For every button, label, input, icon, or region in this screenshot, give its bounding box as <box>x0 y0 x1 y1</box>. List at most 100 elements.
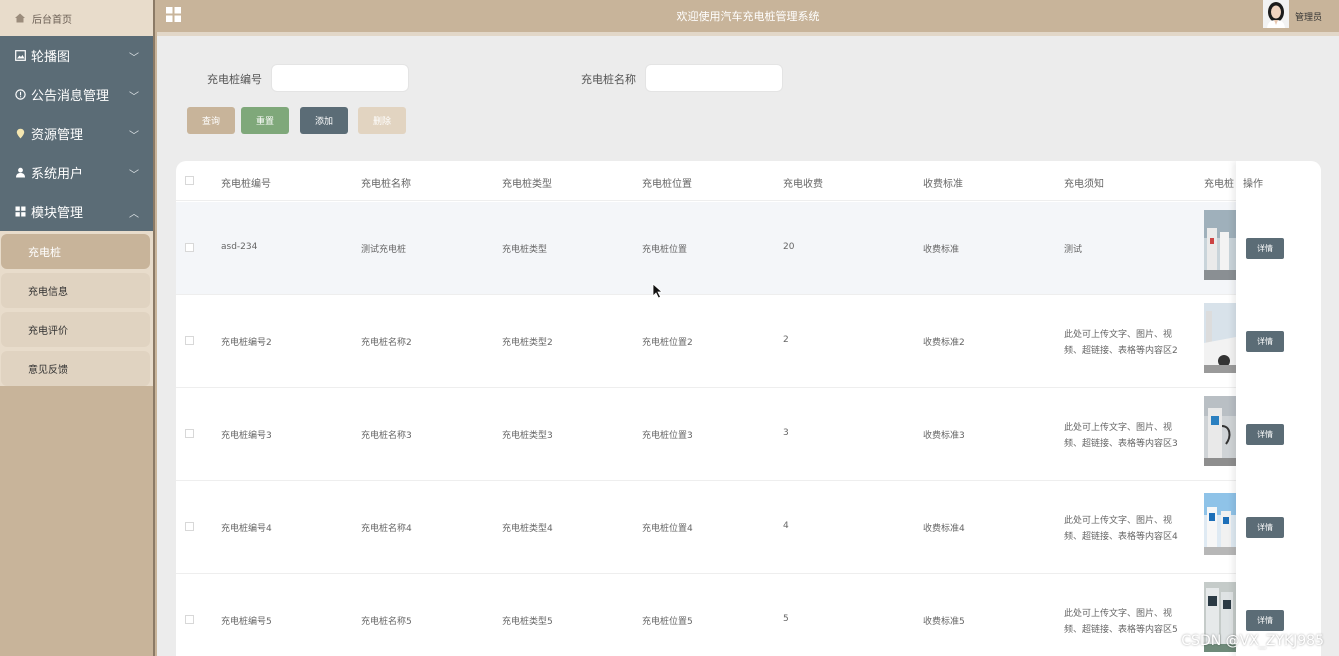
charging-pile-thumbnail[interactable] <box>1204 493 1236 555</box>
sidebar-menu: 轮播图 ﹀ 公告消息管理 ﹀ 资源管理 ﹀ 系统用户 ﹀ 模块管理 ︿ <box>0 36 153 231</box>
charging-pile-thumbnail[interactable] <box>1204 303 1236 373</box>
submenu-item-label: 充电桩 <box>28 245 61 259</box>
sidebar-item-label: 公告消息管理 <box>31 89 110 104</box>
search-code-input[interactable] <box>271 64 409 92</box>
charging-pile-thumbnail[interactable] <box>1204 210 1236 280</box>
cell-notice: 频、超链接、表格等内容区5 <box>1064 625 1178 635</box>
chevron-down-icon: ﹀ <box>129 53 139 64</box>
sidebar-home-link[interactable]: 后台首页 <box>0 0 153 36</box>
reset-button[interactable]: 重置 <box>241 107 289 134</box>
submenu-item-charging-info[interactable]: 充电信息 <box>1 273 150 308</box>
column-header[interactable]: 充电桩 <box>1204 175 1236 190</box>
cell-notice: 频、超链接、表格等内容区4 <box>1064 532 1178 542</box>
submenu-item-label: 充电信息 <box>28 287 68 298</box>
chevron-down-icon: ﹀ <box>129 131 139 142</box>
row-checkbox[interactable] <box>185 522 194 531</box>
current-user-name[interactable]: 管理员 <box>1295 10 1322 23</box>
sidebar-item-carousel[interactable]: 轮播图 ﹀ <box>0 36 153 75</box>
query-button[interactable]: 查询 <box>187 107 235 134</box>
add-button[interactable]: 添加 <box>300 107 348 134</box>
table-row[interactable]: 充电桩编号4 充电桩名称4 充电桩类型4 充电桩位置4 4 收费标准4 此处可上… <box>176 481 1321 574</box>
detail-button[interactable]: 详情 <box>1246 517 1284 538</box>
cell-code: 充电桩编号2 <box>221 338 272 348</box>
sidebar-item-label: 模块管理 <box>31 206 84 221</box>
info-circle-icon <box>14 89 26 101</box>
cell-fee: 5 <box>783 614 789 624</box>
search-code-label: 充电桩编号 <box>207 73 262 86</box>
chevron-up-icon: ︿ <box>129 209 139 220</box>
cell-location: 充电桩位置3 <box>642 431 693 441</box>
table-row[interactable]: 充电桩编号3 充电桩名称3 充电桩类型3 充电桩位置3 3 收费标准3 此处可上… <box>176 388 1321 481</box>
detail-button[interactable]: 详情 <box>1246 331 1284 352</box>
cell-type: 充电桩类型4 <box>502 524 553 534</box>
sidebar-item-label: 系统用户 <box>31 167 84 182</box>
cell-code: 充电桩编号3 <box>221 431 272 441</box>
submenu-item-label: 充电评价 <box>28 326 68 337</box>
cell-code: 充电桩编号4 <box>221 524 272 534</box>
cell-name: 充电桩名称4 <box>361 524 412 534</box>
sidebar-item-modules[interactable]: 模块管理 ︿ <box>0 192 153 231</box>
submenu-item-feedback[interactable]: 意见反馈 <box>1 351 150 386</box>
sidebar-item-label: 资源管理 <box>31 128 84 143</box>
cell-standard: 收费标准4 <box>923 524 965 534</box>
table-row[interactable]: 充电桩编号2 充电桩名称2 充电桩类型2 充电桩位置2 2 收费标准2 此处可上… <box>176 295 1321 388</box>
table-row[interactable]: 充电桩编号5 充电桩名称5 充电桩类型5 充电桩位置5 5 收费标准5 此处可上… <box>176 574 1321 656</box>
page-title: 欢迎使用汽车充电桩管理系统 <box>676 10 820 23</box>
cell-notice: 此处可上传文字、图片、视 <box>1064 516 1173 526</box>
column-header[interactable]: 收费标准 <box>923 175 963 190</box>
cell-location: 充电桩位置 <box>642 245 688 255</box>
cell-type: 充电桩类型2 <box>502 338 553 348</box>
detail-button[interactable]: 详情 <box>1246 424 1284 445</box>
column-header[interactable]: 充电桩名称 <box>361 175 411 190</box>
column-header[interactable]: 充电收费 <box>783 175 823 190</box>
charging-pile-thumbnail[interactable] <box>1204 396 1236 466</box>
column-header[interactable]: 充电桩类型 <box>502 175 552 190</box>
search-name-input[interactable] <box>645 64 783 92</box>
row-checkbox[interactable] <box>185 243 194 252</box>
submenu-item-charging-review[interactable]: 充电评价 <box>1 312 150 347</box>
cell-location: 充电桩位置2 <box>642 338 693 348</box>
table-row[interactable]: asd-234 测试充电桩 充电桩类型 充电桩位置 20 收费标准 测试 <box>176 202 1321 295</box>
cell-name: 充电桩名称3 <box>361 431 412 441</box>
sidebar-item-users[interactable]: 系统用户 ﹀ <box>0 153 153 192</box>
detail-button[interactable]: 详情 <box>1246 610 1284 631</box>
detail-button[interactable]: 详情 <box>1246 238 1284 259</box>
sidebar-item-resources[interactable]: 资源管理 ﹀ <box>0 114 153 153</box>
cell-type: 充电桩类型3 <box>502 431 553 441</box>
row-checkbox[interactable] <box>185 615 194 624</box>
cell-code: asd-234 <box>221 242 258 252</box>
sidebar-item-label: 轮播图 <box>31 50 71 65</box>
module-submenu: 充电桩 充电信息 充电评价 意见反馈 <box>0 231 153 386</box>
cell-name: 测试充电桩 <box>361 245 407 255</box>
cell-location: 充电桩位置4 <box>642 524 693 534</box>
home-icon <box>14 12 26 24</box>
avatar[interactable] <box>1263 0 1289 28</box>
cell-type: 充电桩类型5 <box>502 617 553 627</box>
select-all-checkbox[interactable] <box>185 176 194 185</box>
column-header[interactable]: 充电须知 <box>1064 175 1104 190</box>
column-header[interactable]: 充电桩位置 <box>642 175 692 190</box>
top-header: 欢迎使用汽车充电桩管理系统 管理员 <box>157 0 1339 32</box>
cell-standard: 收费标准5 <box>923 617 965 627</box>
row-checkbox[interactable] <box>185 336 194 345</box>
chevron-down-icon: ﹀ <box>129 170 139 181</box>
row-checkbox[interactable] <box>185 429 194 438</box>
cell-notice: 频、超链接、表格等内容区3 <box>1064 439 1178 449</box>
search-name-label: 充电桩名称 <box>581 73 636 86</box>
mouse-cursor-icon <box>652 283 664 302</box>
submenu-item-charging-pile[interactable]: 充电桩 <box>1 234 150 269</box>
cell-fee: 20 <box>783 242 795 252</box>
sidebar-item-notice[interactable]: 公告消息管理 ﹀ <box>0 75 153 114</box>
cell-fee: 2 <box>783 335 789 345</box>
delete-button[interactable]: 删除 <box>358 107 406 134</box>
data-table: 充电桩编号 充电桩名称 充电桩类型 充电桩位置 充电收费 收费标准 充电须知 充… <box>176 161 1321 656</box>
cell-type: 充电桩类型 <box>502 245 548 255</box>
cell-notice: 此处可上传文字、图片、视 <box>1064 330 1173 340</box>
column-header[interactable]: 充电桩编号 <box>221 175 271 190</box>
cell-standard: 收费标准 <box>923 245 960 255</box>
cell-fee: 4 <box>783 521 789 531</box>
cell-standard: 收费标准2 <box>923 338 965 348</box>
cell-notice: 此处可上传文字、图片、视 <box>1064 609 1173 619</box>
operations-column: 操作 详情 详情 详情 详情 详情 <box>1236 161 1321 656</box>
cell-notice: 测试 <box>1064 245 1083 255</box>
